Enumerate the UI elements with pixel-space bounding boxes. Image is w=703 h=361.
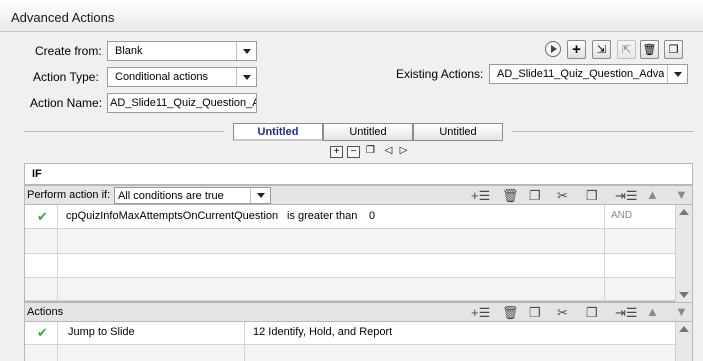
- cut-row-icon[interactable]: ✂: [557, 306, 568, 320]
- copy-row-icon[interactable]: ❐: [529, 189, 541, 203]
- create-from-value: Blank: [115, 45, 143, 57]
- cut-row-icon[interactable]: ✂: [557, 189, 568, 203]
- condition-row[interactable]: ✔ cpQuizInfoMaxAttemptsOnCurrentQuestion…: [25, 205, 675, 229]
- delete-row-icon[interactable]: 🗑: [502, 306, 519, 320]
- add-decision-icon[interactable]: +: [330, 146, 343, 158]
- actions-heading: Actions: [27, 306, 64, 318]
- actions-scrollbar[interactable]: [675, 322, 692, 361]
- decision-tab-3[interactable]: Untitled: [413, 123, 503, 141]
- check-icon[interactable]: ✔: [37, 209, 48, 225]
- condition-row[interactable]: [25, 254, 675, 278]
- prev-decision-icon[interactable]: ◁: [382, 146, 395, 158]
- remove-decision-icon[interactable]: −: [347, 146, 360, 158]
- action-name[interactable]: Jump to Slide: [68, 326, 135, 338]
- preview-play-icon[interactable]: [545, 41, 561, 57]
- move-up-icon[interactable]: ▲: [646, 188, 659, 202]
- insert-row-icon[interactable]: ⇥☰: [615, 306, 638, 320]
- condition-logic[interactable]: AND: [611, 210, 632, 221]
- title-bar: Advanced Actions: [0, 0, 703, 32]
- condition-operator[interactable]: is greater than: [287, 210, 357, 222]
- chevron-down-icon: [667, 65, 687, 83]
- action-row[interactable]: ✔ Jump to Slide 12 Identify, Hold, and R…: [25, 322, 675, 345]
- delete-icon[interactable]: 🗑: [640, 40, 659, 59]
- action-type-value: Conditional actions: [115, 71, 208, 83]
- window-title: Advanced Actions: [11, 10, 115, 25]
- action-name-label: Action Name:: [30, 96, 103, 110]
- condition-row[interactable]: [25, 229, 675, 254]
- existing-actions-label: Existing Actions:: [396, 67, 484, 81]
- action-row[interactable]: [25, 345, 675, 361]
- perform-action-value: All conditions are true: [118, 190, 224, 202]
- add-row-icon[interactable]: +☰: [471, 189, 490, 203]
- chevron-down-icon: [236, 42, 256, 60]
- perform-action-label: Perform action if:: [27, 189, 111, 201]
- divider: [24, 131, 224, 132]
- chevron-down-icon: [250, 188, 270, 203]
- actions-toolbar: Actions +☰ 🗑 ❐ ✂ ❒ ⇥☰ ▲ ▼: [24, 302, 693, 322]
- existing-actions-dropdown[interactable]: AD_Slide11_Quiz_Question_Adva: [489, 64, 688, 84]
- condition-toolbar: Perform action if: All conditions are tr…: [24, 185, 693, 205]
- chevron-down-icon: [236, 68, 256, 86]
- move-up-icon[interactable]: ▲: [646, 305, 659, 319]
- action-type-dropdown[interactable]: Conditional actions: [107, 67, 257, 87]
- copy-decision-icon[interactable]: ❐: [364, 146, 377, 158]
- move-down-icon[interactable]: ▼: [675, 305, 688, 319]
- condition-value[interactable]: 0: [369, 210, 375, 222]
- paste-row-icon[interactable]: ❒: [586, 306, 598, 320]
- copy-row-icon[interactable]: ❐: [529, 306, 541, 320]
- existing-actions-value: AD_Slide11_Quiz_Question_Adva: [497, 68, 665, 80]
- decision-tab-1[interactable]: Untitled: [233, 123, 323, 141]
- perform-action-dropdown[interactable]: All conditions are true: [114, 187, 271, 204]
- condition-scrollbar[interactable]: [675, 205, 692, 302]
- duplicate-icon[interactable]: ❐: [664, 40, 683, 59]
- export-icon[interactable]: ⇱: [617, 40, 636, 59]
- paste-row-icon[interactable]: ❒: [586, 189, 598, 203]
- move-down-icon[interactable]: ▼: [675, 188, 688, 202]
- delete-row-icon[interactable]: 🗑: [502, 189, 519, 203]
- insert-row-icon[interactable]: ⇥☰: [615, 189, 638, 203]
- create-from-label: Create from:: [35, 44, 102, 58]
- condition-row[interactable]: [25, 278, 675, 301]
- add-row-icon[interactable]: +☰: [471, 306, 490, 320]
- create-from-dropdown[interactable]: Blank: [107, 41, 257, 61]
- if-heading: IF: [32, 168, 42, 180]
- condition-variable[interactable]: cpQuizInfoMaxAttemptsOnCurrentQuestion: [66, 210, 278, 222]
- add-action-icon[interactable]: +: [567, 40, 586, 59]
- import-icon[interactable]: ⇲: [592, 40, 611, 59]
- action-name-value: AD_Slide11_Quiz_Question_Ac: [110, 97, 257, 109]
- scroll-up-icon[interactable]: [679, 209, 689, 215]
- action-type-label: Action Type:: [33, 70, 99, 84]
- decision-tab-2[interactable]: Untitled: [323, 123, 413, 141]
- check-icon[interactable]: ✔: [37, 325, 48, 341]
- if-header: IF: [24, 163, 693, 185]
- scroll-down-icon[interactable]: [679, 292, 689, 298]
- action-target[interactable]: 12 Identify, Hold, and Report: [253, 326, 392, 338]
- action-name-input[interactable]: AD_Slide11_Quiz_Question_Ac: [107, 93, 257, 113]
- next-decision-icon[interactable]: ▷: [397, 146, 410, 158]
- divider: [512, 131, 694, 132]
- scroll-up-icon[interactable]: [679, 326, 689, 332]
